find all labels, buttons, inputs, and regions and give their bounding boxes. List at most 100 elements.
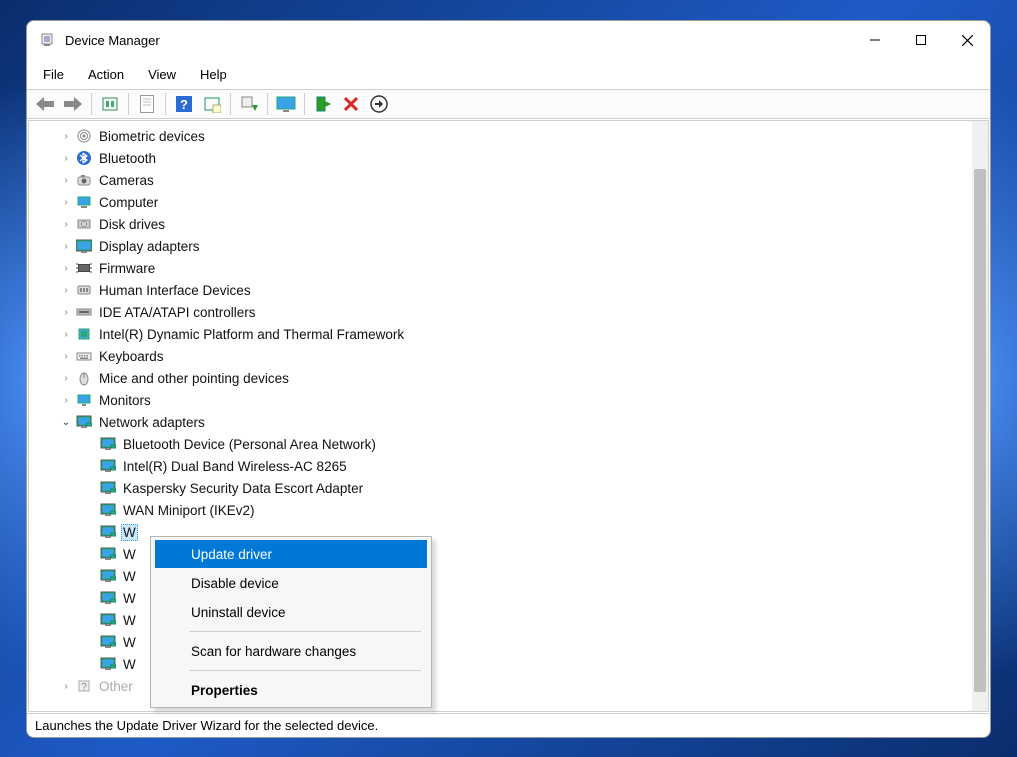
context-menu-item[interactable]: Update driver bbox=[155, 540, 427, 568]
tree-item[interactable]: Kaspersky Security Data Escort Adapter bbox=[29, 477, 988, 499]
firmware-icon bbox=[75, 259, 93, 277]
network-icon bbox=[99, 457, 117, 475]
chevron-down-icon[interactable]: ⌄ bbox=[59, 417, 73, 428]
toolbar-separator bbox=[91, 93, 92, 115]
tree-item-label: Other bbox=[97, 678, 135, 695]
network-icon bbox=[75, 413, 93, 431]
chevron-right-icon[interactable]: › bbox=[59, 175, 73, 186]
monitor-icon bbox=[75, 391, 93, 409]
menubar: File Action View Help bbox=[27, 59, 990, 89]
tree-item[interactable]: WAN Miniport (IKEv2) bbox=[29, 499, 988, 521]
toolbar-uninstall-button[interactable] bbox=[339, 92, 363, 116]
minimize-button[interactable] bbox=[852, 21, 898, 59]
app-icon bbox=[39, 32, 55, 48]
toolbar-enable-button[interactable] bbox=[311, 92, 335, 116]
chevron-right-icon[interactable]: › bbox=[59, 373, 73, 384]
tree-category[interactable]: ›Mice and other pointing devices bbox=[29, 367, 988, 389]
close-button[interactable] bbox=[944, 21, 990, 59]
tree-item-label: Biometric devices bbox=[97, 128, 207, 145]
chevron-right-icon[interactable]: › bbox=[59, 351, 73, 362]
toolbar-back-button[interactable] bbox=[33, 92, 57, 116]
context-menu-separator bbox=[189, 670, 421, 671]
toolbar-forward-button[interactable] bbox=[61, 92, 85, 116]
tree-category[interactable]: › Monitors bbox=[29, 389, 988, 411]
tree-category[interactable]: ›Bluetooth bbox=[29, 147, 988, 169]
device-manager-window: Device Manager File Action View Help ? ›… bbox=[26, 20, 991, 738]
context-menu-separator bbox=[189, 631, 421, 632]
tree-item-label: Firmware bbox=[97, 260, 157, 277]
tree-item-label: Display adapters bbox=[97, 238, 202, 255]
hid-icon bbox=[75, 281, 93, 299]
toolbar-properties-button[interactable] bbox=[135, 92, 159, 116]
menu-help[interactable]: Help bbox=[190, 63, 237, 86]
chevron-right-icon[interactable]: › bbox=[59, 241, 73, 252]
chevron-right-icon[interactable]: › bbox=[59, 131, 73, 142]
tree-item[interactable]: Intel(R) Dual Band Wireless-AC 8265 bbox=[29, 455, 988, 477]
toolbar-scan-button[interactable] bbox=[367, 92, 391, 116]
network-icon bbox=[99, 611, 117, 629]
network-icon bbox=[99, 523, 117, 541]
tree-category[interactable]: ›Human Interface Devices bbox=[29, 279, 988, 301]
tree-item-label: WAN Miniport (IKEv2) bbox=[121, 502, 257, 519]
network-icon bbox=[99, 589, 117, 607]
tree-category[interactable]: › Intel(R) Dynamic Platform and Thermal F… bbox=[29, 323, 988, 345]
context-menu: Update driverDisable deviceUninstall dev… bbox=[150, 536, 432, 708]
tree-item-label: Intel(R) Dual Band Wireless-AC 8265 bbox=[121, 458, 349, 475]
bluetooth-icon bbox=[75, 149, 93, 167]
chevron-right-icon[interactable]: › bbox=[59, 329, 73, 340]
context-menu-item[interactable]: Disable device bbox=[155, 569, 427, 597]
toolbar-icon[interactable] bbox=[98, 92, 122, 116]
menu-action[interactable]: Action bbox=[78, 63, 134, 86]
tree-item[interactable]: Bluetooth Device (Personal Area Network) bbox=[29, 433, 988, 455]
network-icon bbox=[99, 567, 117, 585]
context-menu-item[interactable]: Properties bbox=[155, 676, 427, 704]
tree-category[interactable]: › Biometric devices bbox=[29, 125, 988, 147]
scrollbar-thumb[interactable] bbox=[974, 169, 986, 692]
statusbar-text: Launches the Update Driver Wizard for th… bbox=[35, 718, 378, 733]
tree-item-label: Intel(R) Dynamic Platform and Thermal Fr… bbox=[97, 326, 406, 343]
tree-item-label: Network adapters bbox=[97, 414, 207, 431]
ide-icon bbox=[75, 303, 93, 321]
network-icon bbox=[99, 501, 117, 519]
chevron-right-icon[interactable]: › bbox=[59, 263, 73, 274]
svg-text:?: ? bbox=[180, 97, 188, 112]
tree-category[interactable]: › Keyboards bbox=[29, 345, 988, 367]
fingerprint-icon bbox=[75, 127, 93, 145]
window-title: Device Manager bbox=[65, 33, 852, 48]
toolbar-update-button[interactable] bbox=[237, 92, 261, 116]
context-menu-item[interactable]: Uninstall device bbox=[155, 598, 427, 626]
tree-category[interactable]: ›Cameras bbox=[29, 169, 988, 191]
chevron-right-icon[interactable]: › bbox=[59, 285, 73, 296]
network-icon bbox=[99, 479, 117, 497]
menu-view[interactable]: View bbox=[138, 63, 186, 86]
tree-item-label: W bbox=[121, 546, 138, 563]
toolbar: ? bbox=[27, 89, 990, 119]
network-icon bbox=[99, 435, 117, 453]
context-menu-item[interactable]: Scan for hardware changes bbox=[155, 637, 427, 665]
tree-category[interactable]: ›Computer bbox=[29, 191, 988, 213]
tree-category[interactable]: ⌄ Network adapters bbox=[29, 411, 988, 433]
tree-item-label: W bbox=[121, 656, 138, 673]
menu-file[interactable]: File bbox=[33, 63, 74, 86]
toolbar-help-button[interactable]: ? bbox=[172, 92, 196, 116]
chevron-right-icon[interactable]: › bbox=[59, 197, 73, 208]
chevron-right-icon[interactable]: › bbox=[59, 307, 73, 318]
chevron-right-icon[interactable]: › bbox=[59, 395, 73, 406]
network-icon bbox=[99, 655, 117, 673]
toolbar-icon[interactable] bbox=[200, 92, 224, 116]
svg-text:?: ? bbox=[81, 682, 87, 693]
vertical-scrollbar[interactable] bbox=[972, 121, 988, 711]
tree-category[interactable]: › Firmware bbox=[29, 257, 988, 279]
tree-category[interactable]: › IDE ATA/ATAPI controllers bbox=[29, 301, 988, 323]
tree-category[interactable]: › Disk drives bbox=[29, 213, 988, 235]
chevron-right-icon[interactable]: › bbox=[59, 681, 73, 692]
maximize-button[interactable] bbox=[898, 21, 944, 59]
tree-item-label: Keyboards bbox=[97, 348, 166, 365]
tree-item-label: Monitors bbox=[97, 392, 153, 409]
chevron-right-icon[interactable]: › bbox=[59, 219, 73, 230]
chevron-right-icon[interactable]: › bbox=[59, 153, 73, 164]
tree-category[interactable]: › Display adapters bbox=[29, 235, 988, 257]
tree-item-label: IDE ATA/ATAPI controllers bbox=[97, 304, 258, 321]
tree-item-label: Disk drives bbox=[97, 216, 167, 233]
toolbar-monitor-button[interactable] bbox=[274, 92, 298, 116]
